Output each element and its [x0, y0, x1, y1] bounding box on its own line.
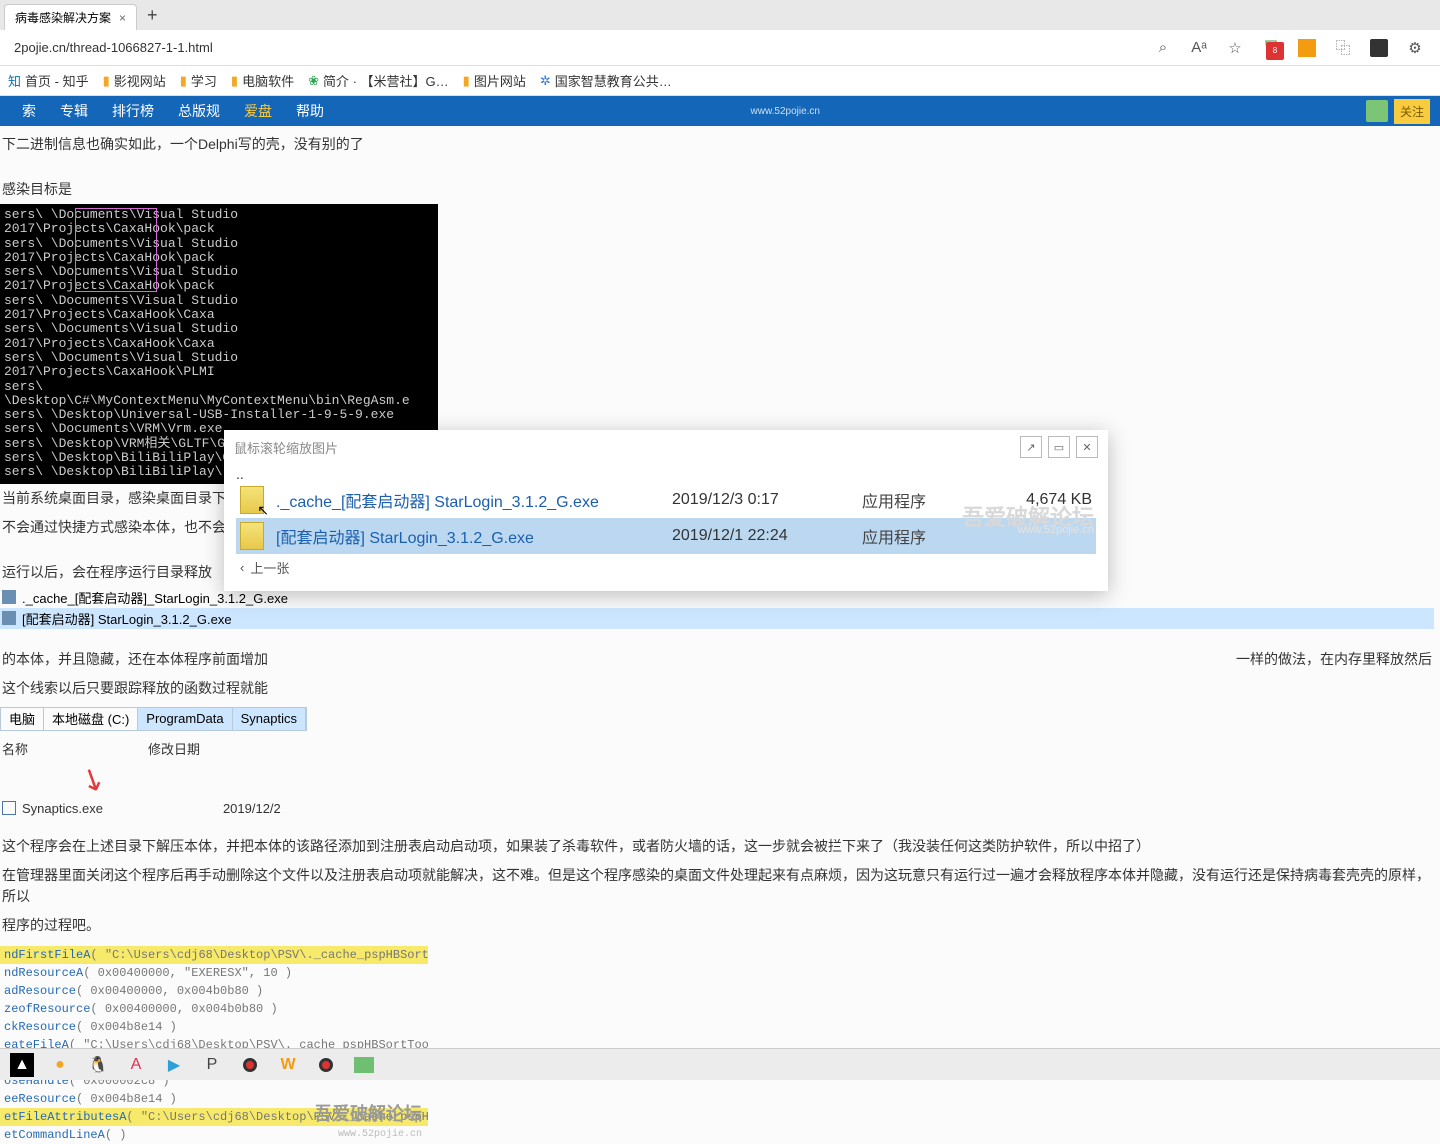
- tab-close-icon[interactable]: ×: [119, 11, 126, 25]
- taskbar-app-p[interactable]: P: [200, 1053, 224, 1077]
- bookmark-folder-video[interactable]: ▮影视网站: [103, 71, 166, 90]
- file-name: ._cache_[配套启动器] StarLogin_3.1.2_G.exe: [276, 488, 672, 512]
- exe-file-icon: ↖: [240, 486, 264, 514]
- watermark-text: 吾爱破解论坛: [314, 1100, 422, 1126]
- taskbar-wps[interactable]: W: [276, 1053, 300, 1077]
- extension-grid-icon[interactable]: [1370, 39, 1388, 57]
- exe-icon: [2, 611, 16, 625]
- close-icon[interactable]: ✕: [1076, 436, 1098, 458]
- crumb-c[interactable]: 本地磁盘 (C:): [44, 708, 138, 730]
- favorite-icon[interactable]: ☆: [1226, 39, 1244, 57]
- watermark-url: www.52pojie.cn: [751, 106, 820, 117]
- avatar-icon[interactable]: [1366, 100, 1388, 122]
- extension-orange-icon[interactable]: [1298, 39, 1316, 57]
- cell-name: Synaptics.exe: [22, 801, 103, 816]
- open-external-icon[interactable]: ↗: [1020, 436, 1042, 458]
- file-list: ._cache_[配套启动器]_StarLogin_3.1.2_G.exe [配…: [0, 587, 1434, 629]
- paragraph: 这个程序会在上述目录下解压本体，并把本体的该路径添加到注册表启动启动项，如果装了…: [0, 832, 1434, 861]
- exe-icon: [2, 590, 16, 604]
- taskbar-app-2[interactable]: ●: [48, 1053, 72, 1077]
- nav-album[interactable]: 专辑: [48, 101, 100, 121]
- bookmark-folder-pics[interactable]: ▮图片网站: [463, 71, 526, 90]
- collections-icon[interactable]: ⿻: [1334, 39, 1352, 57]
- toolbar-icons: ⌕ Aᵃ ☆ ⛨8 ⿻ ⚙: [1154, 39, 1432, 57]
- cursor-icon: ↖: [257, 502, 269, 519]
- bookmark-folder-study[interactable]: ▮学习: [180, 71, 217, 90]
- crumb-synaptics[interactable]: Synaptics: [233, 708, 306, 730]
- file-row-selected[interactable]: [配套启动器] StarLogin_3.1.2_G.exe: [0, 608, 1434, 629]
- page-content: 下二进制信息也确实如此，一个Delphi写的壳，没有别的了 感染目标是 sers…: [0, 126, 1440, 1144]
- forum-nav: 索 专辑 排行榜 总版规 爱盘 帮助 www.52pojie.cn 关注: [0, 96, 1440, 126]
- trace-row: ndResourceA( 0x00400000, "EXERESX", 10 ): [0, 964, 428, 982]
- taskbar-terminal[interactable]: [352, 1053, 376, 1077]
- trace-row: ckResource( 0x004b8e14 ): [0, 1018, 428, 1036]
- col-name[interactable]: 名称: [2, 739, 28, 758]
- exe-icon: [2, 801, 16, 815]
- nav-rules[interactable]: 总版规: [166, 101, 232, 121]
- read-aloud-icon[interactable]: Aᵃ: [1190, 39, 1208, 57]
- red-arrow-icon: ↘: [74, 758, 112, 800]
- paragraph: 在管理器里面关闭这个程序后再手动删除这个文件以及注册表启动项就能解决，这不难。但…: [0, 861, 1434, 911]
- file-name: [配套启动器] StarLogin_3.1.2_G.exe: [276, 524, 672, 548]
- explorer-row[interactable]: Synaptics.exe 2019/12/2: [0, 797, 1434, 820]
- nav-aipan[interactable]: 爱盘: [232, 101, 284, 121]
- url-input[interactable]: [8, 36, 1154, 59]
- crumb-programdata[interactable]: ProgramData: [138, 708, 232, 730]
- nav-search[interactable]: 索: [10, 101, 48, 121]
- tab-add-icon[interactable]: +: [147, 5, 158, 26]
- breadcrumb[interactable]: 电脑 本地磁盘 (C:) ProgramData Synaptics: [0, 707, 307, 731]
- adblock-icon[interactable]: ⛨8: [1262, 39, 1280, 57]
- trace-row: adResource( 0x00400000, 0x004b0b80 ): [0, 982, 428, 1000]
- address-bar: ⌕ Aᵃ ☆ ⛨8 ⿻ ⚙: [0, 30, 1440, 66]
- nav-rank[interactable]: 排行榜: [100, 101, 166, 121]
- chevron-left-icon: ‹: [240, 560, 244, 575]
- paragraph: 的本体，并且隐藏，还在本体程序前面增加: [0, 645, 270, 674]
- bookmark-miying[interactable]: ❀简介 · 【米营社】G…: [308, 71, 449, 90]
- api-trace: ndFirstFileA( "C:\Users\cdj68\Desktop\PS…: [0, 946, 428, 1144]
- paragraph: 下二进制信息也确实如此，一个Delphi写的壳，没有别的了: [0, 130, 1434, 159]
- file-date: 2019/12/1 22:24: [672, 527, 862, 545]
- paragraph: 感染目标是: [0, 175, 1434, 204]
- search-icon[interactable]: ⌕: [1154, 39, 1172, 57]
- bookmark-folder-software[interactable]: ▮电脑软件: [231, 71, 294, 90]
- popup-body: .. ↖ ._cache_[配套启动器] StarLogin_3.1.2_G.e…: [224, 460, 1108, 591]
- taskbar-qq[interactable]: 🐧: [86, 1053, 110, 1077]
- paragraph: 程序的过程吧。: [0, 911, 1434, 940]
- image-popup: 鼠标滚轮缩放图片 ↗ ▭ ✕ .. ↖ ._cache_[配套启动器] Star…: [224, 430, 1108, 591]
- watermark-url: www.52pojie.cn: [338, 1129, 422, 1140]
- user-area: 关注: [1366, 99, 1430, 124]
- crumb-pc[interactable]: 电脑: [1, 708, 44, 730]
- bookmarks-bar: 知首页 - 知乎 ▮影视网站 ▮学习 ▮电脑软件 ❀简介 · 【米营社】G… ▮…: [0, 66, 1440, 96]
- trace-row: zeofResource( 0x00400000, 0x004b0b80 ): [0, 1000, 428, 1018]
- nav-help[interactable]: 帮助: [284, 101, 336, 121]
- taskbar: ▲ ● 🐧 A ▶ P W: [0, 1048, 1440, 1080]
- explorer-header: 名称 修改日期: [0, 735, 1434, 762]
- maximize-icon[interactable]: ▭: [1048, 436, 1070, 458]
- follow-button[interactable]: 关注: [1394, 99, 1430, 124]
- taskbar-app-1[interactable]: ▲: [10, 1053, 34, 1077]
- taskbar-media[interactable]: ▶: [162, 1053, 186, 1077]
- settings-icon[interactable]: ⚙: [1406, 39, 1424, 57]
- taskbar-record[interactable]: [238, 1053, 262, 1077]
- popup-title: 鼠标滚轮缩放图片: [234, 438, 338, 457]
- cell-date: 2019/12/2: [223, 801, 281, 816]
- highlight-box: [75, 208, 157, 292]
- browser-tab-bar: 病毒感染解决方案 × +: [0, 0, 1440, 30]
- paragraph-tail: 一样的做法，在内存里释放然后: [1234, 645, 1434, 674]
- taskbar-app-a[interactable]: A: [124, 1053, 148, 1077]
- exe-file-icon: [240, 522, 264, 550]
- trace-row: ndFirstFileA( "C:\Users\cdj68\Desktop\PS…: [0, 946, 428, 964]
- paragraph: 这个线索以后只要跟踪释放的函数过程就能: [0, 674, 1434, 703]
- bookmark-edu[interactable]: ✲国家智慧教育公共…: [540, 71, 672, 90]
- file-date: 2019/12/3 0:17: [672, 491, 862, 509]
- popup-header: 鼠标滚轮缩放图片 ↗ ▭ ✕: [224, 430, 1108, 460]
- prev-image-button[interactable]: ‹上一张: [236, 554, 1096, 581]
- watermark-url: www.52pojie.cn: [1018, 524, 1094, 536]
- tab-title: 病毒感染解决方案: [15, 9, 111, 26]
- taskbar-record-2[interactable]: [314, 1053, 338, 1077]
- browser-tab[interactable]: 病毒感染解决方案 ×: [4, 4, 137, 30]
- bookmark-zhihu[interactable]: 知首页 - 知乎: [8, 71, 89, 90]
- col-date[interactable]: 修改日期: [148, 739, 200, 758]
